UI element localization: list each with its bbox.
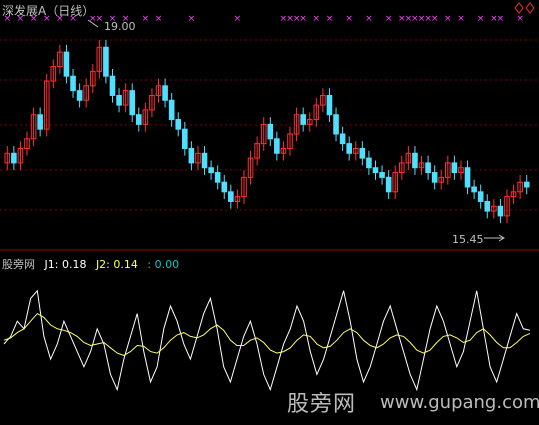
high-price-label: 19.00 <box>104 20 136 33</box>
signal-marker-28: × <box>431 14 439 24</box>
candle-body-56 <box>372 167 379 174</box>
signal-marker-22: × <box>385 14 393 24</box>
candle-body-62 <box>412 152 418 169</box>
j1-value: J1: 0.18 <box>44 258 87 271</box>
signal-marker-19: × <box>326 14 334 24</box>
candle-body-75 <box>497 205 504 217</box>
candle-body-70 <box>464 167 471 188</box>
price-annotations <box>87 19 505 242</box>
candle-body-45 <box>300 114 306 125</box>
indicator-header: 股旁网 J1: 0.18 J2: 0.14 : 0.00 <box>2 256 179 272</box>
candle-body-19 <box>129 90 136 116</box>
signal-marker-30: × <box>457 14 465 24</box>
candle-body-34 <box>228 191 234 202</box>
j3-value: : 0.00 <box>147 258 180 271</box>
candle-body-31 <box>208 167 214 174</box>
chart-title: 深发展A（日线） <box>2 4 95 18</box>
candle-body-25 <box>168 99 175 121</box>
candle-body-65 <box>431 172 438 183</box>
candle-body-50 <box>333 114 339 135</box>
candle-body-26 <box>175 119 182 130</box>
signal-marker-17: × <box>299 14 307 24</box>
candle-body-57 <box>379 172 385 178</box>
signal-marker-12: × <box>188 14 196 24</box>
candle-body-24 <box>162 85 168 101</box>
candle-body-64 <box>425 162 431 174</box>
candle-body-9 <box>63 51 70 77</box>
candle-body-11 <box>76 90 83 101</box>
candle-body-54 <box>359 147 366 159</box>
candle-body-40 <box>267 123 274 140</box>
candle-body-79 <box>523 181 530 188</box>
signal-marker-33: × <box>497 14 505 24</box>
signal-marker-20: × <box>345 14 353 24</box>
candle-body-16 <box>109 75 116 96</box>
candle-body-51 <box>339 133 346 145</box>
candle-body-68 <box>451 162 458 174</box>
candle-body-33 <box>221 181 228 193</box>
signal-marker-29: × <box>444 14 452 24</box>
signal-marker-34: × <box>516 14 524 24</box>
candle-body-71 <box>471 186 477 193</box>
watermark-text: 股旁网 <box>287 392 357 417</box>
candle-body-10 <box>70 75 76 92</box>
chart-stage: × × × × × × × × × × × × × × × × × × × × × × × × × × × × × × × × × × × <box>0 14 539 392</box>
candle-body-17 <box>116 94 122 106</box>
candle-body-58 <box>385 176 392 193</box>
signal-marker-31: × <box>477 14 485 24</box>
low-price-label: 15.45 <box>452 233 484 246</box>
candle-body-72 <box>477 191 484 202</box>
candle-body-27 <box>182 128 188 149</box>
candle-body-20 <box>135 114 142 125</box>
signal-marker-7: × <box>96 14 104 24</box>
candle-body-52 <box>346 143 352 154</box>
diamond-icon[interactable] <box>514 2 536 14</box>
watermark-url: www.gupang.com <box>380 392 539 413</box>
indicator-name: 股旁网 <box>2 258 35 271</box>
series-line-j1 <box>3 289 531 392</box>
signal-marker-13: × <box>234 14 242 24</box>
indicator-lines <box>3 289 531 392</box>
candle-body-1 <box>11 152 17 164</box>
signal-marker-11: × <box>155 14 163 24</box>
candle-body-55 <box>366 157 372 169</box>
j2-value: J2: 0.14 <box>95 258 138 271</box>
candle-body-73 <box>484 200 491 212</box>
signal-marker-10: × <box>142 14 150 24</box>
candle-body-15 <box>103 46 109 77</box>
candle-body-41 <box>274 138 280 154</box>
signal-marker-18: × <box>313 14 321 24</box>
candle-body-49 <box>326 94 333 116</box>
candle-body-28 <box>188 147 195 164</box>
signal-marker-21: × <box>365 14 373 24</box>
candlesticks <box>4 40 530 224</box>
candle-body-5 <box>37 114 43 130</box>
candle-body-30 <box>201 152 208 169</box>
candle-body-32 <box>214 172 221 183</box>
